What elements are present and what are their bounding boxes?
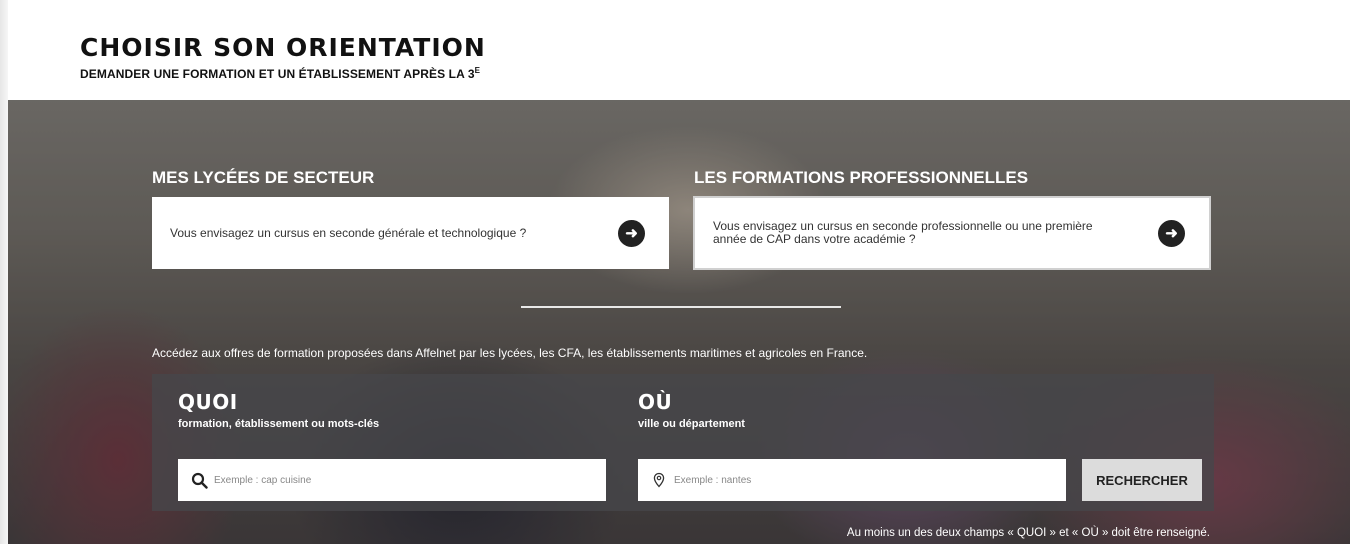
- quoi-subtitle: formation, établissement ou mots-clés: [178, 418, 380, 430]
- intro-text: Accédez aux offres de formation proposée…: [152, 346, 868, 360]
- card-lycees-secteur[interactable]: Vous envisagez un cursus en seconde géné…: [152, 197, 669, 269]
- ou-search-input[interactable]: [672, 473, 1066, 487]
- page-subtitle: DEMANDER UNE FORMATION ET UN ÉTABLISSEME…: [80, 66, 486, 81]
- divider: [521, 306, 841, 308]
- card-text-formations-pro: Vous envisagez un cursus en seconde prof…: [713, 219, 1093, 246]
- search-icon: [186, 472, 212, 489]
- location-pin-icon: [646, 472, 672, 488]
- page-subtitle-sup: E: [474, 66, 481, 75]
- ou-title: OÙ: [638, 390, 673, 414]
- page-subtitle-text: DEMANDER UNE FORMATION ET UN ÉTABLISSEME…: [80, 67, 475, 81]
- quoi-title: QUOI: [178, 390, 238, 414]
- arrow-right-circle-icon[interactable]: ➜: [1158, 219, 1185, 247]
- section-title-lycees: MES LYCÉES DE SECTEUR: [152, 168, 375, 187]
- left-edge-shadow: [0, 0, 8, 544]
- search-note: Au moins un des deux champs « QUOI » et …: [846, 527, 1210, 539]
- quoi-input-box[interactable]: [178, 459, 606, 501]
- ou-input-box[interactable]: [638, 459, 1066, 501]
- arrow-right-circle-icon[interactable]: ➜: [618, 219, 645, 247]
- search-panel: QUOI formation, établissement ou mots-cl…: [152, 374, 1214, 511]
- search-button[interactable]: RECHERCHER: [1082, 459, 1202, 501]
- quoi-search-input[interactable]: [212, 473, 606, 487]
- section-title-formations-pro: LES FORMATIONS PROFESSIONNELLES: [694, 168, 1029, 187]
- page-header: CHOISIR SON ORIENTATION DEMANDER UNE FOR…: [80, 33, 486, 82]
- card-formations-professionnelles[interactable]: Vous envisagez un cursus en seconde prof…: [693, 196, 1211, 270]
- card-text-lycees: Vous envisagez un cursus en seconde géné…: [170, 225, 527, 240]
- page-title: CHOISIR SON ORIENTATION: [80, 33, 486, 62]
- hero-banner: MES LYCÉES DE SECTEUR Vous envisagez un …: [8, 100, 1350, 544]
- ou-subtitle: ville ou département: [638, 418, 745, 430]
